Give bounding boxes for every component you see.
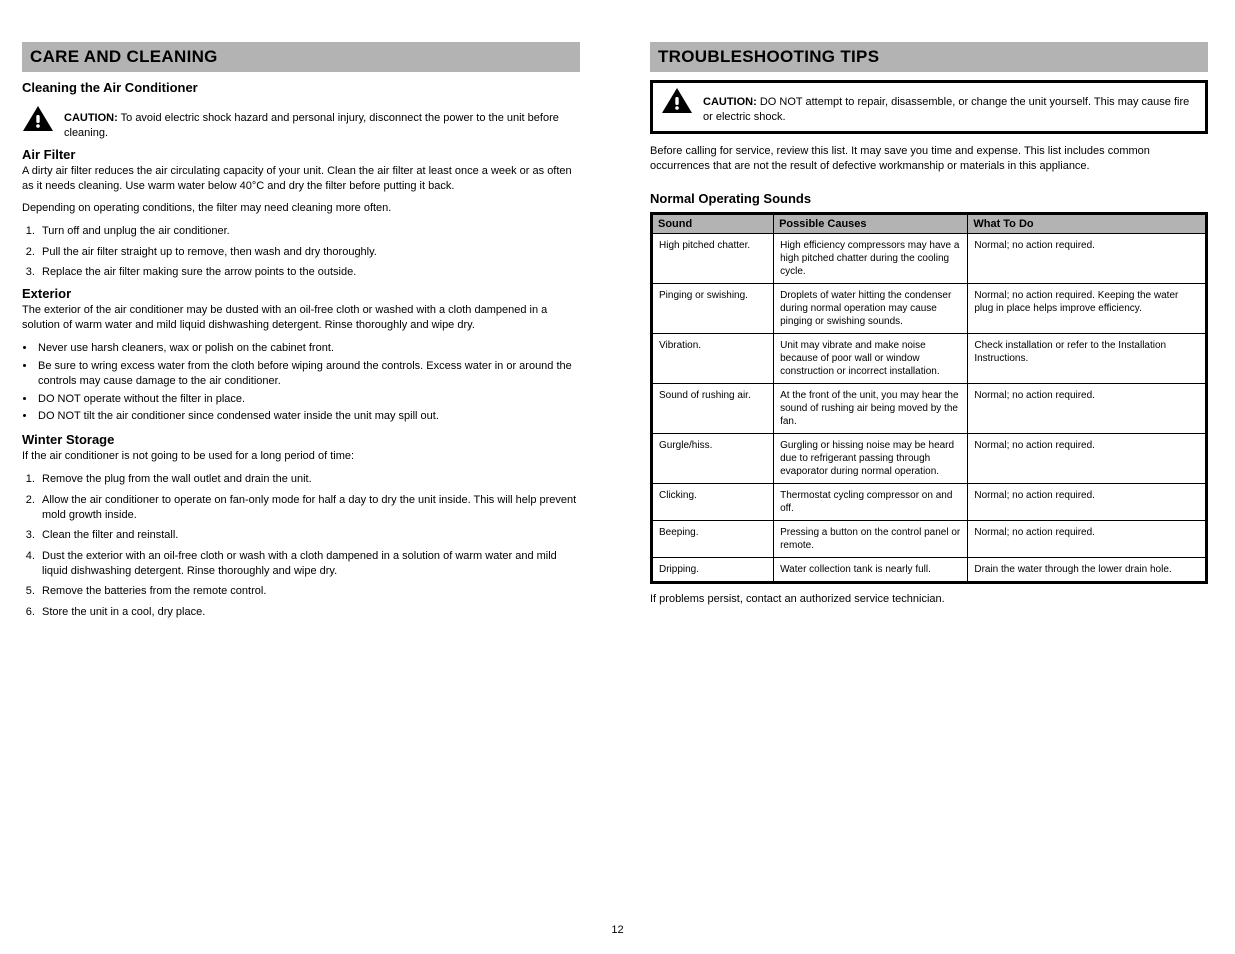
caution-text-right: CAUTION: DO NOT attempt to repair, disas… bbox=[703, 87, 1197, 125]
table-cell: Drain the water through the lower drain … bbox=[968, 558, 1207, 583]
filter-heading: Air Filter bbox=[22, 147, 580, 162]
storage-p: If the air conditioner is not going to b… bbox=[22, 449, 580, 464]
table-header: Possible Causes bbox=[774, 214, 968, 234]
table-cell: Check installation or refer to the Insta… bbox=[968, 334, 1207, 384]
right-section-banner: TROUBLESHOOTING TIPS bbox=[650, 42, 1208, 72]
left-section-banner: CARE AND CLEANING bbox=[22, 42, 580, 72]
list-item: DO NOT tilt the air conditioner since co… bbox=[36, 409, 580, 424]
list-item: Clean the filter and reinstall. bbox=[38, 528, 580, 543]
list-item: Remove the batteries from the remote con… bbox=[38, 584, 580, 599]
warning-icon bbox=[661, 87, 693, 120]
list-item: Allow the air conditioner to operate on … bbox=[38, 493, 580, 524]
table-row: Clicking.Thermostat cycling compressor o… bbox=[652, 484, 1207, 521]
storage-heading: Winter Storage bbox=[22, 432, 580, 447]
troubleshooting-table: Sound Possible Causes What To Do High pi… bbox=[650, 212, 1208, 584]
exterior-heading: Exterior bbox=[22, 286, 580, 301]
table-cell: Droplets of water hitting the condenser … bbox=[774, 284, 968, 334]
list-item: Never use harsh cleaners, wax or polish … bbox=[36, 341, 580, 356]
table-cell: Pressing a button on the control panel o… bbox=[774, 521, 968, 558]
table-cell: Normal; no action required. bbox=[968, 434, 1207, 484]
list-item: Replace the air filter making sure the a… bbox=[38, 265, 580, 280]
table-cell: Unit may vibrate and make noise because … bbox=[774, 334, 968, 384]
table-cell: Clicking. bbox=[652, 484, 774, 521]
page-number: 12 bbox=[611, 924, 623, 936]
list-item: Pull the air filter straight up to remov… bbox=[38, 245, 580, 260]
intro-heading: Cleaning the Air Conditioner bbox=[22, 80, 580, 95]
list-item: Remove the plug from the wall outlet and… bbox=[38, 472, 580, 487]
table-row: Beeping.Pressing a button on the control… bbox=[652, 521, 1207, 558]
table-header: Sound bbox=[652, 214, 774, 234]
table-cell: Normal; no action required. bbox=[968, 484, 1207, 521]
exterior-p: The exterior of the air conditioner may … bbox=[22, 303, 580, 333]
table-cell: Normal; no action required. bbox=[968, 521, 1207, 558]
table-row: Pinging or swishing.Droplets of water hi… bbox=[652, 284, 1207, 334]
table-row: Dripping.Water collection tank is nearly… bbox=[652, 558, 1207, 583]
exterior-bullets: Never use harsh cleaners, wax or polish … bbox=[22, 341, 580, 424]
table-cell: High efficiency compressors may have a h… bbox=[774, 234, 968, 284]
table-cell: Pinging or swishing. bbox=[652, 284, 774, 334]
warning-icon bbox=[22, 105, 54, 138]
filter-steps: Turn off and unplug the air conditioner.… bbox=[22, 224, 580, 280]
table-title: Normal Operating Sounds bbox=[650, 191, 1208, 206]
ts-intro: Before calling for service, review this … bbox=[650, 144, 1208, 174]
table-cell: Water collection tank is nearly full. bbox=[774, 558, 968, 583]
table-row: Gurgle/hiss.Gurgling or hissing noise ma… bbox=[652, 434, 1207, 484]
table-cell: Sound of rushing air. bbox=[652, 384, 774, 434]
table-row: Vibration.Unit may vibrate and make nois… bbox=[652, 334, 1207, 384]
table-cell: High pitched chatter. bbox=[652, 234, 774, 284]
list-item: DO NOT operate without the filter in pla… bbox=[36, 392, 580, 407]
table-cell: Dripping. bbox=[652, 558, 774, 583]
list-item: Store the unit in a cool, dry place. bbox=[38, 605, 580, 620]
table-cell: Beeping. bbox=[652, 521, 774, 558]
filter-p2: Depending on operating conditions, the f… bbox=[22, 201, 580, 216]
filter-p1: A dirty air filter reduces the air circu… bbox=[22, 164, 580, 194]
table-cell: Vibration. bbox=[652, 334, 774, 384]
list-item: Be sure to wring excess water from the c… bbox=[36, 359, 580, 389]
caution-text-left: CAUTION: To avoid electric shock hazard … bbox=[64, 105, 580, 141]
ts-note: If problems persist, contact an authoriz… bbox=[650, 592, 1208, 607]
table-cell: Gurgle/hiss. bbox=[652, 434, 774, 484]
table-cell: Normal; no action required. Keeping the … bbox=[968, 284, 1207, 334]
storage-steps: Remove the plug from the wall outlet and… bbox=[22, 472, 580, 620]
table-header: What To Do bbox=[968, 214, 1207, 234]
table-cell: Gurgling or hissing noise may be heard d… bbox=[774, 434, 968, 484]
table-cell: Normal; no action required. bbox=[968, 234, 1207, 284]
list-item: Turn off and unplug the air conditioner. bbox=[38, 224, 580, 239]
caution-box-right: CAUTION: DO NOT attempt to repair, disas… bbox=[650, 80, 1208, 134]
table-cell: At the front of the unit, you may hear t… bbox=[774, 384, 968, 434]
table-row: Sound of rushing air.At the front of the… bbox=[652, 384, 1207, 434]
list-item: Dust the exterior with an oil-free cloth… bbox=[38, 549, 580, 580]
table-cell: Normal; no action required. bbox=[968, 384, 1207, 434]
caution-block-left: CAUTION: To avoid electric shock hazard … bbox=[22, 105, 580, 141]
table-row: High pitched chatter.High efficiency com… bbox=[652, 234, 1207, 284]
table-cell: Thermostat cycling compressor on and off… bbox=[774, 484, 968, 521]
